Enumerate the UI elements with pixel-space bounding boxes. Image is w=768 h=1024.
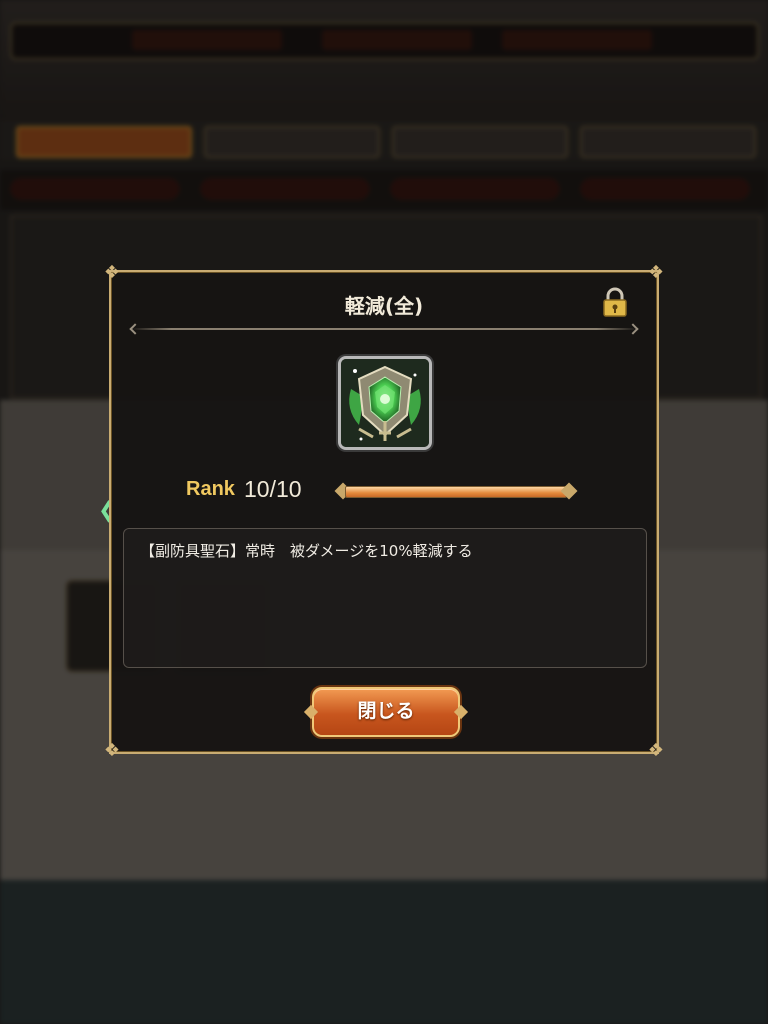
stone-detail-dialog: ❖ ❖ ❖ ❖ 軽減(全) Rank 10/10 【副防具聖石】常時 被ダメージ…	[104, 262, 664, 761]
close-button[interactable]: 閉じる	[312, 687, 460, 737]
padlock-icon[interactable]	[599, 286, 631, 318]
ornament-corner-icon: ❖	[647, 740, 665, 761]
title-divider	[131, 328, 637, 330]
rank-label: Rank	[186, 478, 235, 500]
ornament-corner-icon: ❖	[647, 262, 665, 283]
rank-progress-fill	[346, 487, 566, 497]
description-box: 【副防具聖石】常時 被ダメージを10%軽減する	[123, 528, 647, 668]
dialog-title: 軽減(全)	[344, 294, 424, 318]
green-shield-gem-icon	[338, 356, 432, 450]
rank-value: 10/10	[244, 476, 302, 502]
rank-progress-bar	[334, 482, 578, 500]
ornament-corner-icon: ❖	[103, 262, 121, 283]
ornament-corner-icon: ❖	[103, 740, 121, 761]
skill-description: 【副防具聖石】常時 被ダメージを10%軽減する	[140, 542, 473, 560]
